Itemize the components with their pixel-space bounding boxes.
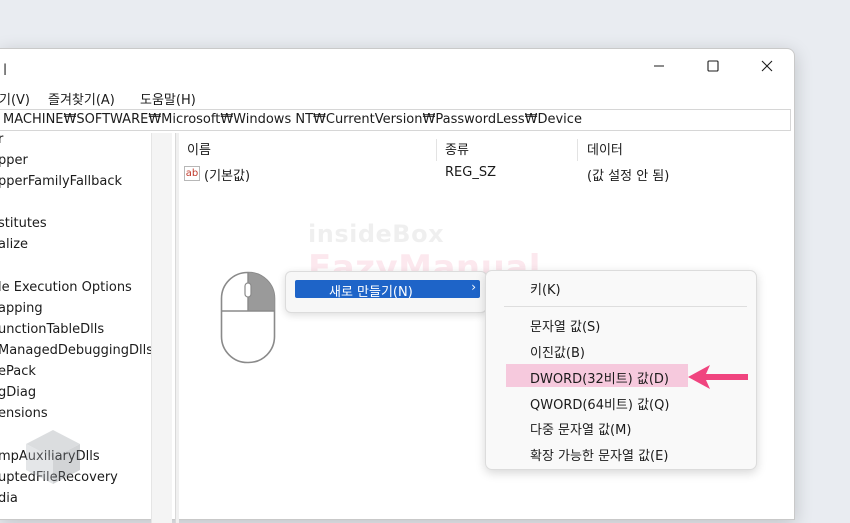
tree-item[interactable]: ePack: [0, 364, 36, 379]
menu-favorites[interactable]: 즐겨찾기(A): [48, 89, 115, 108]
tree-item[interactable]: ensions: [0, 406, 48, 421]
context-menu: 새로 만들기(N) ›: [285, 271, 487, 313]
maximize-button[interactable]: [686, 49, 740, 83]
tree-item[interactable]: apping: [0, 301, 43, 316]
menu-divider: [504, 306, 747, 307]
submenu-dword-value[interactable]: DWORD(32비트) 값(D): [530, 368, 669, 387]
column-type-header[interactable]: 종류: [445, 139, 469, 158]
cube-logo-icon: [26, 430, 80, 484]
tree-scrollbar[interactable]: [151, 133, 172, 523]
minimize-button[interactable]: [632, 49, 686, 83]
menu-view[interactable]: 기(V): [0, 89, 30, 108]
value-type: REG_SZ: [445, 165, 496, 180]
submenu-multi-string-value[interactable]: 다중 문자열 값(M): [530, 419, 631, 438]
tree-item[interactable]: gDiag: [0, 385, 36, 400]
tree-item[interactable]: unctionTableDlls: [0, 322, 104, 337]
menu-bar: 기(V) 즐겨찾기(A) 도움말(H): [0, 85, 794, 109]
watermark-text: insideBox: [308, 220, 445, 248]
tree-item[interactable]: pperFamilyFallback: [0, 174, 122, 189]
string-value-icon: ab: [184, 166, 200, 181]
column-divider[interactable]: [436, 139, 437, 161]
menu-new-label: 새로 만들기(N): [329, 285, 413, 300]
tree-item[interactable]: le Execution Options: [0, 280, 132, 295]
submenu-key[interactable]: 키(K): [530, 279, 561, 298]
window-title: ㅣ: [0, 63, 11, 78]
submenu-string-value[interactable]: 문자열 값(S): [530, 316, 600, 335]
tree-item[interactable]: r: [0, 133, 3, 147]
submenu-binary-value[interactable]: 이진값(B): [530, 342, 585, 361]
submenu-qword-value[interactable]: QWORD(64비트) 값(Q): [530, 394, 669, 413]
tree-item[interactable]: dia: [0, 491, 18, 506]
menu-new[interactable]: 새로 만들기(N) ›: [295, 280, 480, 300]
tree-item[interactable]: alize: [0, 237, 28, 252]
tree-item[interactable]: ManagedDebuggingDlls: [0, 343, 151, 358]
close-button[interactable]: [740, 49, 794, 83]
submenu-expandable-string-value[interactable]: 확장 가능한 문자열 값(E): [530, 445, 668, 464]
value-data: (값 설정 안 됨): [587, 169, 670, 184]
title-bar: ㅣ: [0, 49, 794, 85]
column-data-header[interactable]: 데이터: [587, 139, 623, 158]
chevron-right-icon: ›: [471, 280, 476, 294]
mouse-right-click-icon: [220, 271, 276, 364]
column-name-header[interactable]: 이름: [187, 139, 211, 158]
pointer-arrow-icon: [688, 365, 748, 389]
column-divider[interactable]: [577, 139, 578, 161]
value-name[interactable]: (기본값): [204, 165, 250, 184]
tree-item[interactable]: stitutes: [0, 216, 47, 231]
maximize-icon: [707, 60, 719, 72]
tree-item[interactable]: pper: [0, 153, 28, 168]
minimize-icon: [654, 65, 664, 67]
menu-help[interactable]: 도움말(H): [140, 89, 196, 108]
close-icon: [761, 60, 773, 72]
address-bar[interactable]: MACHINE₩SOFTWARE₩Microsoft₩Windows NT₩Cu…: [0, 109, 791, 131]
